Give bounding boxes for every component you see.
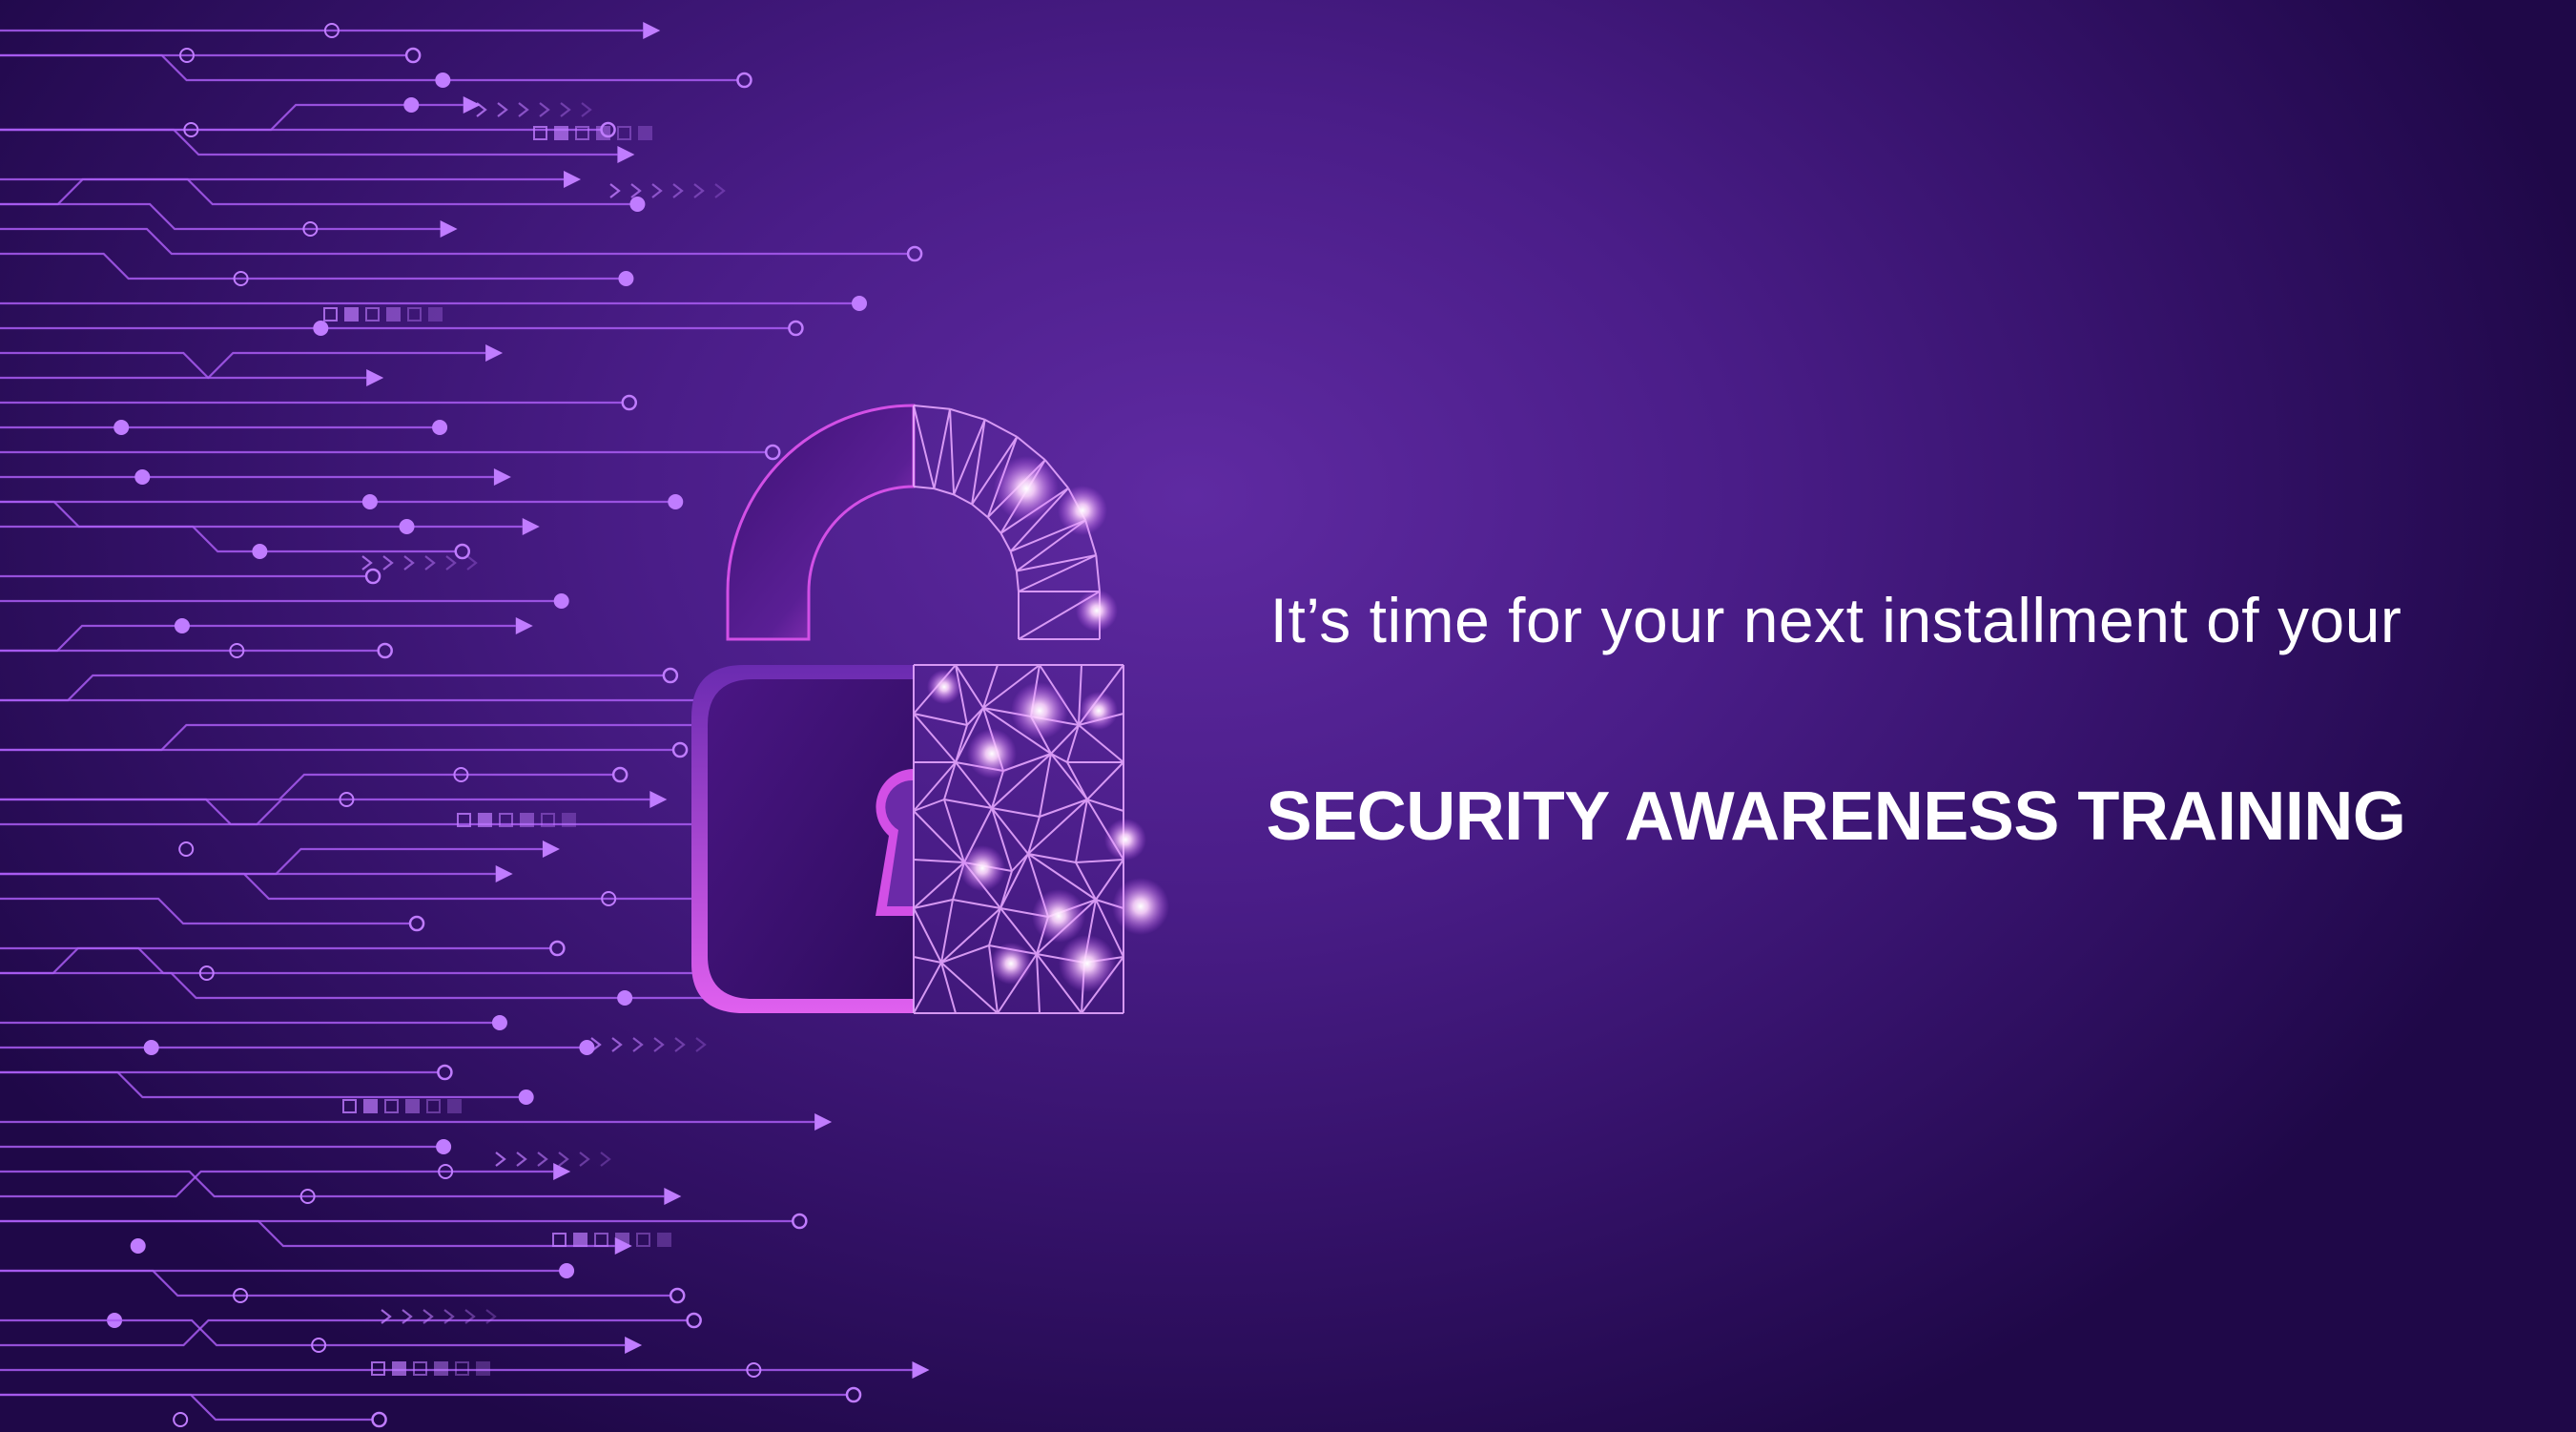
mesh-edge (999, 853, 1029, 909)
mesh-edge (949, 408, 956, 495)
sparkle-glow (959, 845, 1005, 891)
sparkle-glow (1080, 692, 1118, 730)
mesh-edge (940, 962, 999, 1014)
mesh-edge (1015, 571, 1020, 592)
mesh-edge (933, 408, 952, 489)
sparkle-glow (994, 456, 1059, 521)
mesh-edge (1078, 724, 1124, 763)
mesh-edge (971, 503, 989, 518)
mesh-edge (991, 807, 1041, 818)
sparkle-glow (967, 729, 1017, 778)
security-training-banner: It’s time for your next installment of y… (0, 0, 2576, 1432)
mesh-edge (1036, 953, 1041, 1014)
mesh-edge (991, 807, 1029, 855)
mesh-edge (913, 405, 951, 410)
mesh-edge (934, 488, 955, 496)
sparkle-glow (927, 670, 961, 704)
intro-text: It’s time for your next installment of y… (1269, 585, 2402, 655)
mesh-edge (971, 419, 986, 505)
padlock-icon (691, 404, 1169, 1014)
sparkle-glow (1011, 682, 1068, 739)
mesh-edge (1075, 861, 1097, 901)
mesh-edge (913, 907, 942, 964)
mesh-edge (913, 405, 936, 489)
lock-shackle-left (726, 404, 916, 641)
mesh-edge (1009, 550, 1018, 571)
mesh-edge (984, 418, 1018, 438)
mesh-edge (953, 419, 986, 495)
mesh-edge (940, 944, 990, 964)
mesh-edge (943, 799, 993, 809)
mesh-edge (913, 486, 935, 490)
sparkle-glow (1059, 935, 1116, 992)
sparkle-glow (1032, 889, 1085, 943)
mesh-edge (999, 532, 1012, 552)
mesh-edge (1050, 753, 1088, 800)
sparkle-glow (1058, 486, 1107, 535)
mesh-edge (913, 962, 942, 1014)
mesh-edge (913, 859, 965, 863)
mesh-edge (952, 899, 1001, 909)
training-title: SECURITY AWARENESS TRAINING (1266, 778, 2406, 855)
sparkle-glow (1112, 878, 1169, 935)
mesh-edge (949, 407, 985, 421)
mesh-edge (1075, 859, 1124, 863)
mesh-edge (913, 956, 942, 964)
mesh-edge (953, 493, 973, 506)
mesh-edge (987, 516, 1002, 534)
mesh-edge (1066, 761, 1088, 800)
mesh-edge (1039, 799, 1088, 818)
sparkle-glow (990, 943, 1032, 985)
